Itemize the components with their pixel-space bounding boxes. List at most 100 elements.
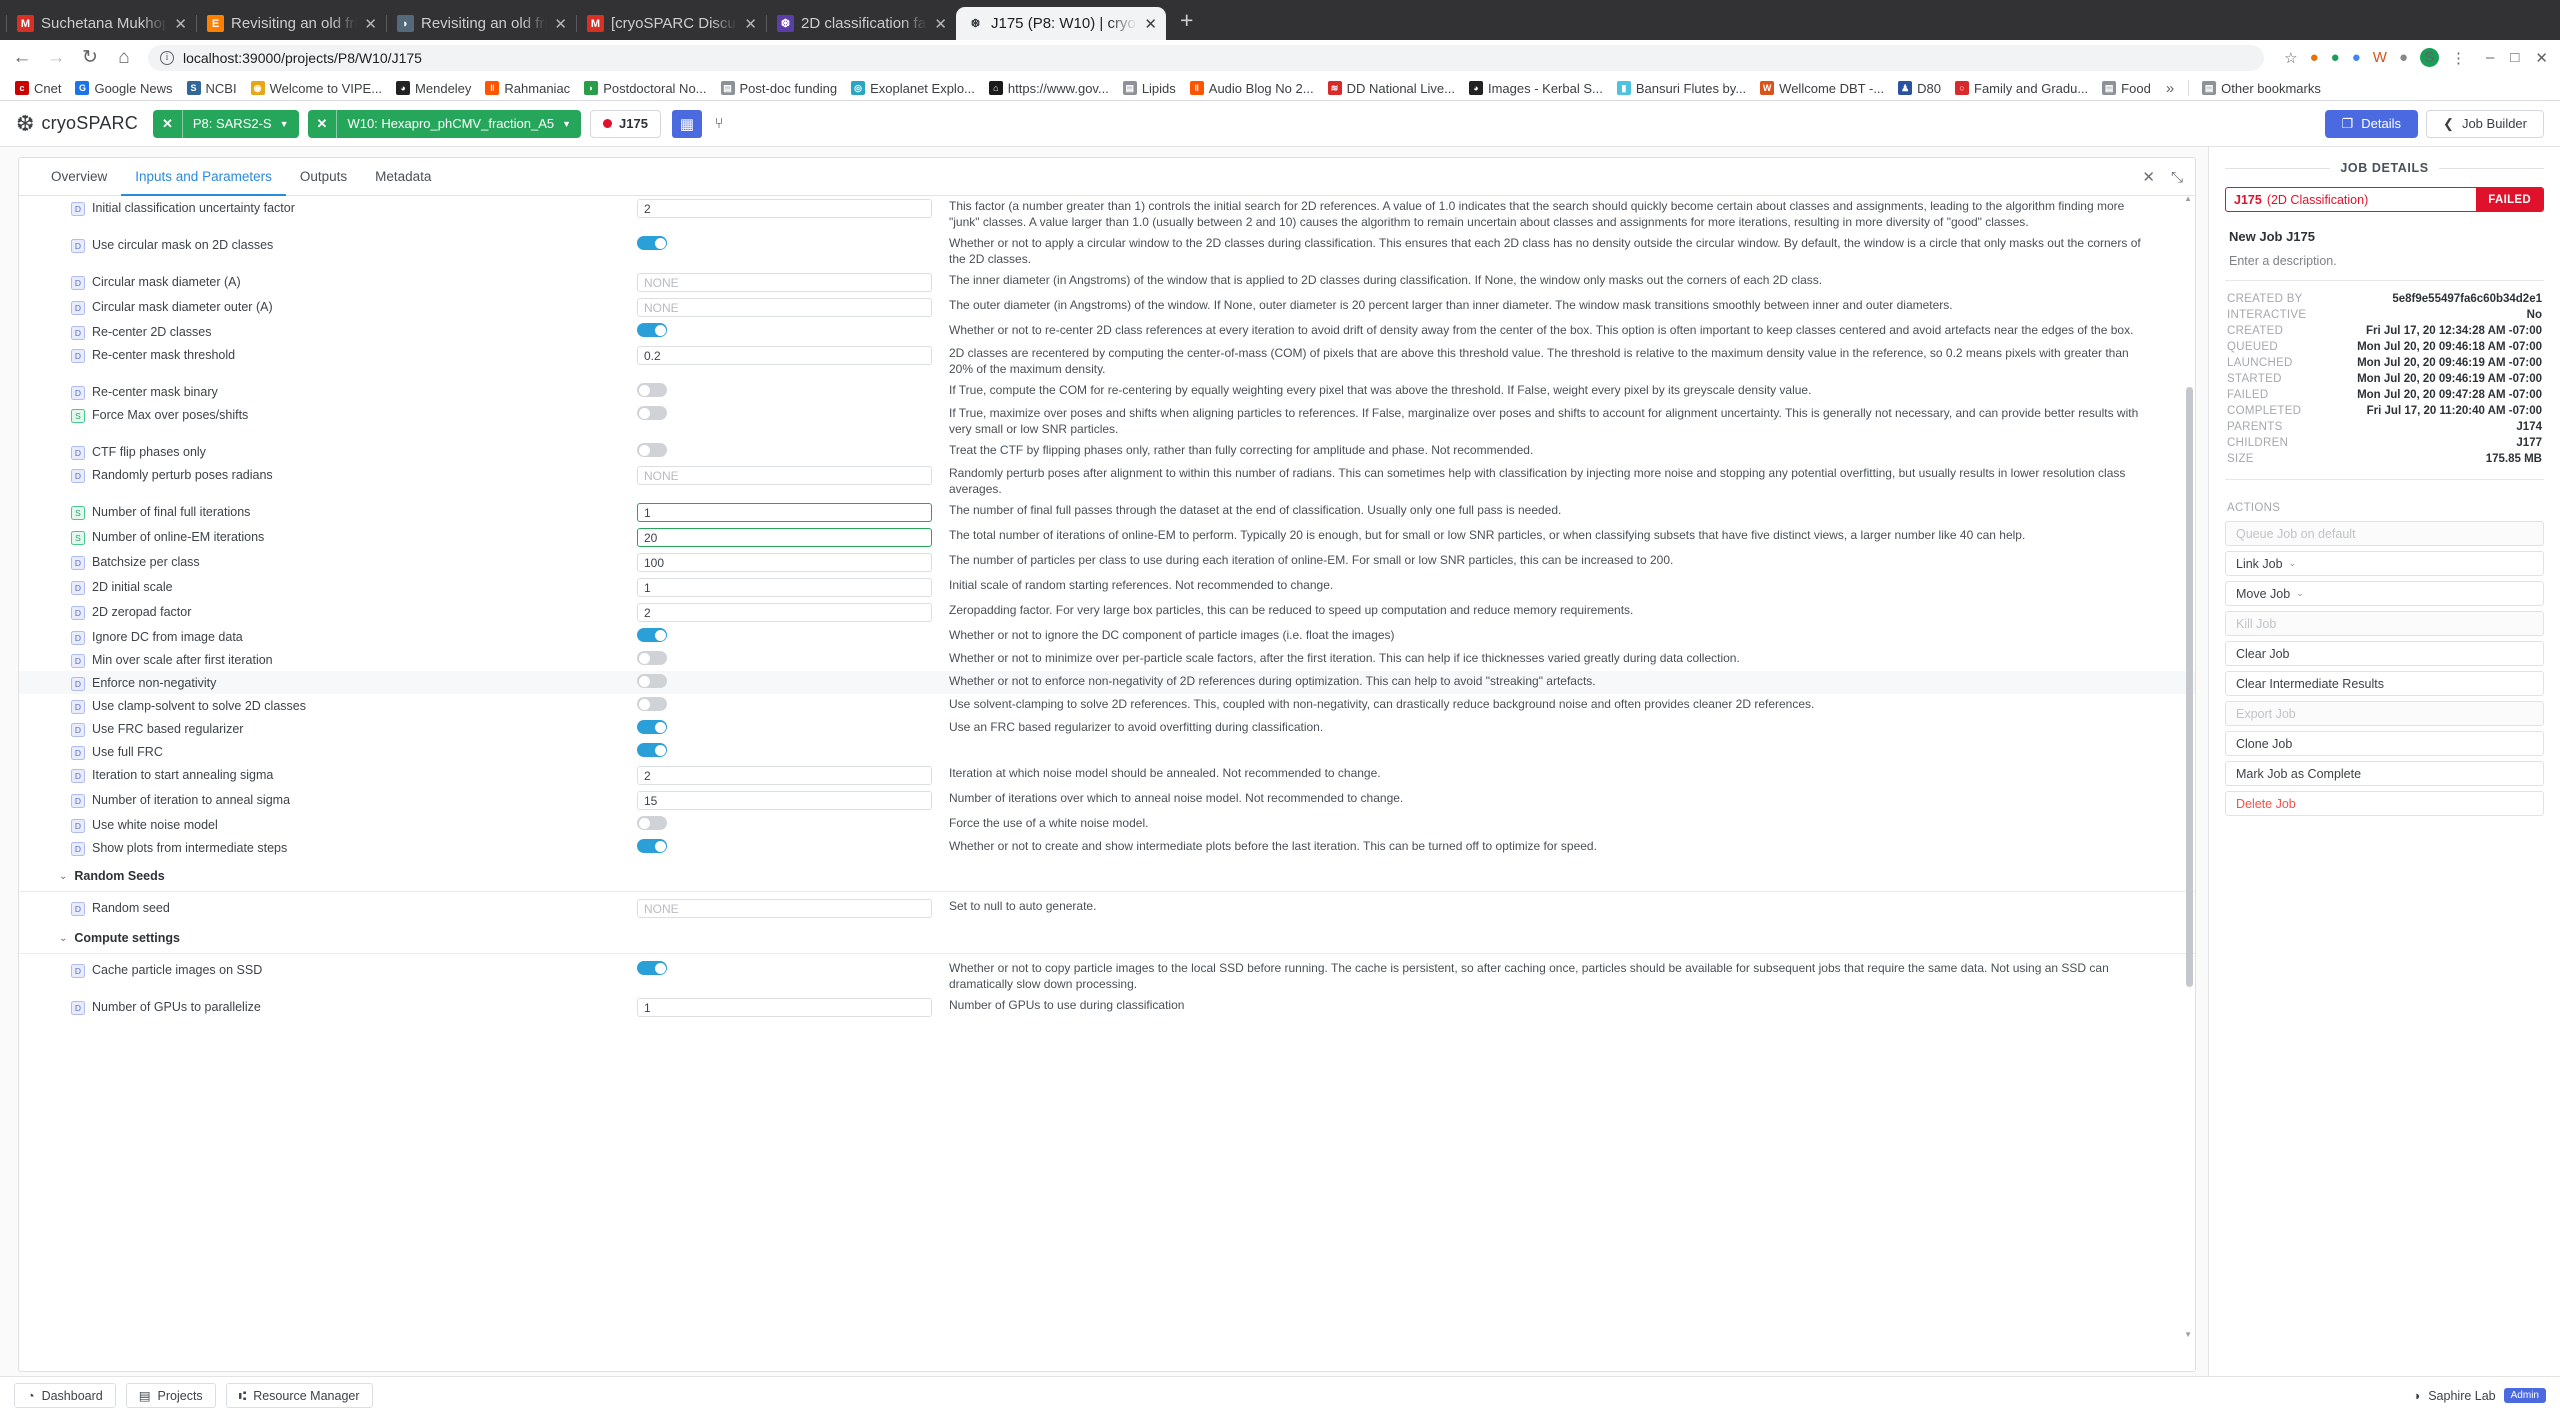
bookmark-item[interactable]: ▮ Bansuri Flutes by... [1610, 79, 1753, 98]
tab-close-icon[interactable]: ✕ [744, 15, 757, 33]
panel-scrollbar[interactable]: ▲ ▼ [2184, 194, 2193, 1339]
browser-menu-icon[interactable]: ⋮ [2451, 49, 2466, 67]
toggle-switch[interactable] [637, 697, 667, 711]
toggle-switch[interactable] [637, 323, 667, 337]
home-icon[interactable]: ⌂ [114, 47, 134, 69]
window-close-icon[interactable]: ✕ [2535, 49, 2548, 67]
chevron-down-icon[interactable]: ▼ [280, 119, 299, 129]
toggle-switch[interactable] [637, 720, 667, 734]
job-name[interactable]: New Job J175 [2225, 226, 2544, 254]
tab-close-icon[interactable]: ✕ [364, 15, 377, 33]
toggle-switch[interactable] [637, 816, 667, 830]
section-header[interactable]: ⌄ Compute settings [19, 921, 2195, 953]
job-id-field[interactable]: J175 (2D Classification) [2226, 188, 2476, 211]
tab-close-icon[interactable]: ✕ [1144, 15, 1157, 33]
project-breadcrumb[interactable]: ✕ P8: SARS2-S ▼ [152, 109, 299, 138]
text-input[interactable]: 2 [637, 603, 932, 622]
extension-icon-5[interactable]: ● [2399, 49, 2408, 66]
maximize-icon[interactable]: □ [2510, 49, 2519, 67]
bookmark-item[interactable]: ⌂ https://www.gov... [982, 79, 1116, 98]
text-input[interactable]: 2 [637, 199, 932, 218]
cryosparc-logo[interactable]: ❆ cryoSPARC [10, 112, 144, 135]
bookmark-item[interactable]: ◗ Postdoctoral No... [577, 79, 713, 98]
footer-dashboard-button[interactable]: ◔ Dashboard [14, 1383, 116, 1408]
text-input[interactable]: NONE [637, 273, 932, 292]
extension-icon-1[interactable]: ● [2310, 49, 2319, 66]
toggle-switch[interactable] [637, 236, 667, 250]
toggle-switch[interactable] [637, 443, 667, 457]
job-breadcrumb[interactable]: J175 [590, 109, 661, 138]
close-icon[interactable]: ✕ [2142, 168, 2155, 186]
bookmark-item[interactable]: ◉ Welcome to VIPE... [244, 79, 389, 98]
bookmark-item[interactable]: ‖ Rahmaniac [478, 79, 577, 98]
toggle-switch[interactable] [637, 839, 667, 853]
extension-icon-2[interactable]: ● [2331, 49, 2340, 66]
bookmark-item[interactable]: G Google News [68, 79, 179, 98]
bookmarks-overflow-icon[interactable]: » [2158, 80, 2182, 97]
scroll-up-icon[interactable]: ▲ [2184, 194, 2192, 203]
grid-view-icon[interactable]: ▦ [671, 109, 702, 138]
bookmark-item[interactable]: ◕ Images - Kerbal S... [1462, 79, 1610, 98]
bookmark-item[interactable]: ○ Family and Gradu... [1948, 79, 2095, 98]
bookmark-item[interactable]: c Cnet [8, 79, 68, 98]
toggle-switch[interactable] [637, 651, 667, 665]
browser-tab[interactable]: ❆ 2D classification fails - Trouble ✕ [766, 7, 956, 40]
minimize-icon[interactable]: – [2486, 49, 2494, 67]
text-input[interactable]: 1 [637, 578, 932, 597]
text-input[interactable]: 0.2 [637, 346, 932, 365]
close-project-icon[interactable]: ✕ [153, 109, 183, 138]
tab-close-icon[interactable]: ✕ [174, 15, 187, 33]
footer-projects-button[interactable]: ▤ Projects [125, 1383, 216, 1408]
bookmark-item[interactable]: ‖ Audio Blog No 2... [1183, 79, 1321, 98]
user-menu[interactable]: ◑ Saphire Lab Admin [2413, 1388, 2546, 1403]
bookmark-item[interactable]: ▤ Post-doc funding [714, 79, 845, 98]
tab-overview[interactable]: Overview [37, 158, 121, 196]
address-bar[interactable]: i localhost:39000/projects/P8/W10/J175 [148, 44, 2265, 71]
text-input[interactable]: NONE [637, 466, 932, 485]
bookmark-item[interactable]: ▤ Food [2095, 79, 2158, 98]
chevron-down-icon[interactable]: ▼ [562, 119, 581, 129]
action-clear-intermediate-results[interactable]: Clear Intermediate Results [2225, 671, 2544, 696]
text-input[interactable]: 2 [637, 766, 932, 785]
action-clear-job[interactable]: Clear Job [2225, 641, 2544, 666]
bookmark-item[interactable]: ◎ Exoplanet Explo... [844, 79, 982, 98]
tab-metadata[interactable]: Metadata [361, 158, 445, 196]
bookmark-item[interactable]: ≋ DD National Live... [1321, 79, 1462, 98]
site-info-icon[interactable]: i [160, 50, 174, 65]
extension-icon-3[interactable]: ● [2352, 49, 2361, 66]
bookmark-item[interactable]: S NCBI [180, 79, 244, 98]
browser-tab[interactable]: M [cryoSPARC Discuss] [Troubles ✕ [576, 7, 766, 40]
reload-icon[interactable]: ↻ [80, 46, 100, 69]
bookmark-item[interactable]: ◕ Mendeley [389, 79, 478, 98]
close-workspace-icon[interactable]: ✕ [308, 109, 338, 138]
section-header[interactable]: ⌄ Random Seeds [19, 859, 2195, 891]
action-link-job[interactable]: Link Job ⌄ [2225, 551, 2544, 576]
text-input[interactable]: 15 [637, 791, 932, 810]
toggle-switch[interactable] [637, 961, 667, 975]
tab-inputs-and-parameters[interactable]: Inputs and Parameters [121, 158, 286, 196]
toggle-switch[interactable] [637, 674, 667, 688]
bookmark-item[interactable]: ▤ Lipids [1116, 79, 1183, 98]
tree-view-icon[interactable]: ⑂ [703, 109, 734, 138]
forward-icon[interactable]: → [46, 47, 66, 69]
workspace-breadcrumb[interactable]: ✕ W10: Hexapro_phCMV_fraction_A5 ▼ [307, 109, 582, 138]
job-builder-button[interactable]: ❮ Job Builder [2426, 109, 2544, 138]
toggle-switch[interactable] [637, 383, 667, 397]
toggle-switch[interactable] [637, 628, 667, 642]
tab-close-icon[interactable]: ✕ [934, 15, 947, 33]
toggle-switch[interactable] [637, 743, 667, 757]
action-mark-job-as-complete[interactable]: Mark Job as Complete [2225, 761, 2544, 786]
details-button[interactable]: ❐ Details [2324, 109, 2419, 138]
browser-tab[interactable]: E Revisiting an old friend: new f ✕ [196, 7, 386, 40]
scrollbar-thumb[interactable] [2186, 387, 2193, 987]
browser-tab[interactable]: ❆ J175 (P8: W10) | cryoSPARC v2 ✕ [956, 7, 1166, 40]
bookmark-item[interactable]: W Wellcome DBT -... [1753, 79, 1891, 98]
action-move-job[interactable]: Move Job ⌄ [2225, 581, 2544, 606]
action-delete-job[interactable]: Delete Job [2225, 791, 2544, 816]
job-description-placeholder[interactable]: Enter a description. [2225, 254, 2544, 280]
text-input[interactable]: NONE [637, 899, 932, 918]
browser-tab[interactable]: ◗ Revisiting an old friend: new f ✕ [386, 7, 576, 40]
new-tab-button[interactable]: + [1166, 7, 1207, 40]
action-clone-job[interactable]: Clone Job [2225, 731, 2544, 756]
bookmark-star-icon[interactable]: ☆ [2284, 49, 2297, 67]
